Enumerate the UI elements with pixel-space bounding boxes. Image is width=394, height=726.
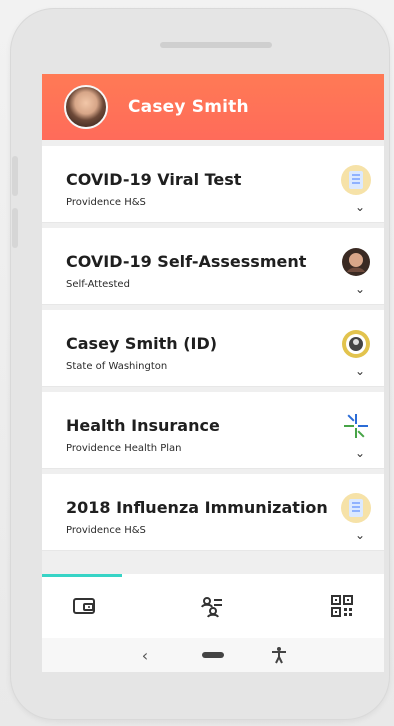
user-avatar[interactable] [64,85,108,129]
card-title: Health Insurance [66,416,220,435]
state-seal-icon [342,330,370,358]
side-button-volume-up [12,156,18,196]
side-button-volume-down [12,208,18,248]
card-title: Casey Smith (ID) [66,334,218,353]
card-title: COVID-19 Self-Assessment [66,252,307,271]
credential-card-self-assessment[interactable]: COVID-19 Self-Assessment Self-Attested ⌄ [42,228,384,304]
credential-card-insurance[interactable]: Health Insurance Providence Health Plan … [42,392,384,468]
card-title: 2018 Influenza Immunization [66,498,328,517]
chevron-down-icon[interactable]: ⌄ [355,529,365,541]
tab-wallet[interactable] [70,592,98,620]
back-button[interactable]: ‹ [134,644,156,666]
people-list-icon [201,597,222,618]
bottom-tab-bar [42,574,384,638]
card-subtitle: Providence H&S [66,525,146,536]
home-pill-icon [202,652,224,658]
credential-card-influenza[interactable]: 2018 Influenza Immunization Providence H… [42,474,384,550]
chevron-down-icon[interactable]: ⌄ [355,447,365,459]
user-name: Casey Smith [128,97,249,117]
card-title: COVID-19 Viral Test [66,170,242,189]
avatar-icon [342,248,370,276]
phone-frame: Casey Smith COVID-19 Viral Test Providen… [10,8,390,720]
active-tab-indicator [42,574,122,577]
system-nav-bar: ‹ [42,638,384,672]
hospital-logo-icon [341,493,371,523]
home-button[interactable] [202,644,224,666]
credential-card-covid-test[interactable]: COVID-19 Viral Test Providence H&S ⌄ [42,146,384,222]
chevron-down-icon[interactable]: ⌄ [355,283,365,295]
qr-code-icon [331,595,353,617]
wallet-icon [73,598,95,614]
hospital-logo-icon [341,165,371,195]
card-subtitle: Providence H&S [66,197,146,208]
card-subtitle: Providence Health Plan [66,443,182,454]
tab-people[interactable] [198,592,226,620]
chevron-down-icon[interactable]: ⌄ [355,201,365,213]
chevron-down-icon[interactable]: ⌄ [355,365,365,377]
card-subtitle: Self-Attested [66,279,130,290]
app-header: Casey Smith [42,74,384,140]
tab-qr[interactable] [328,592,356,620]
speaker-grille [160,42,272,48]
credential-card-id[interactable]: Casey Smith (ID) State of Washington ⌄ [42,310,384,386]
credential-list: COVID-19 Viral Test Providence H&S ⌄ COV… [42,146,384,556]
app-screen: Casey Smith COVID-19 Viral Test Providen… [42,74,384,672]
accessibility-icon [272,647,286,664]
card-subtitle: State of Washington [66,361,168,372]
insurance-logo-icon [344,414,368,438]
accessibility-button[interactable] [268,644,290,666]
